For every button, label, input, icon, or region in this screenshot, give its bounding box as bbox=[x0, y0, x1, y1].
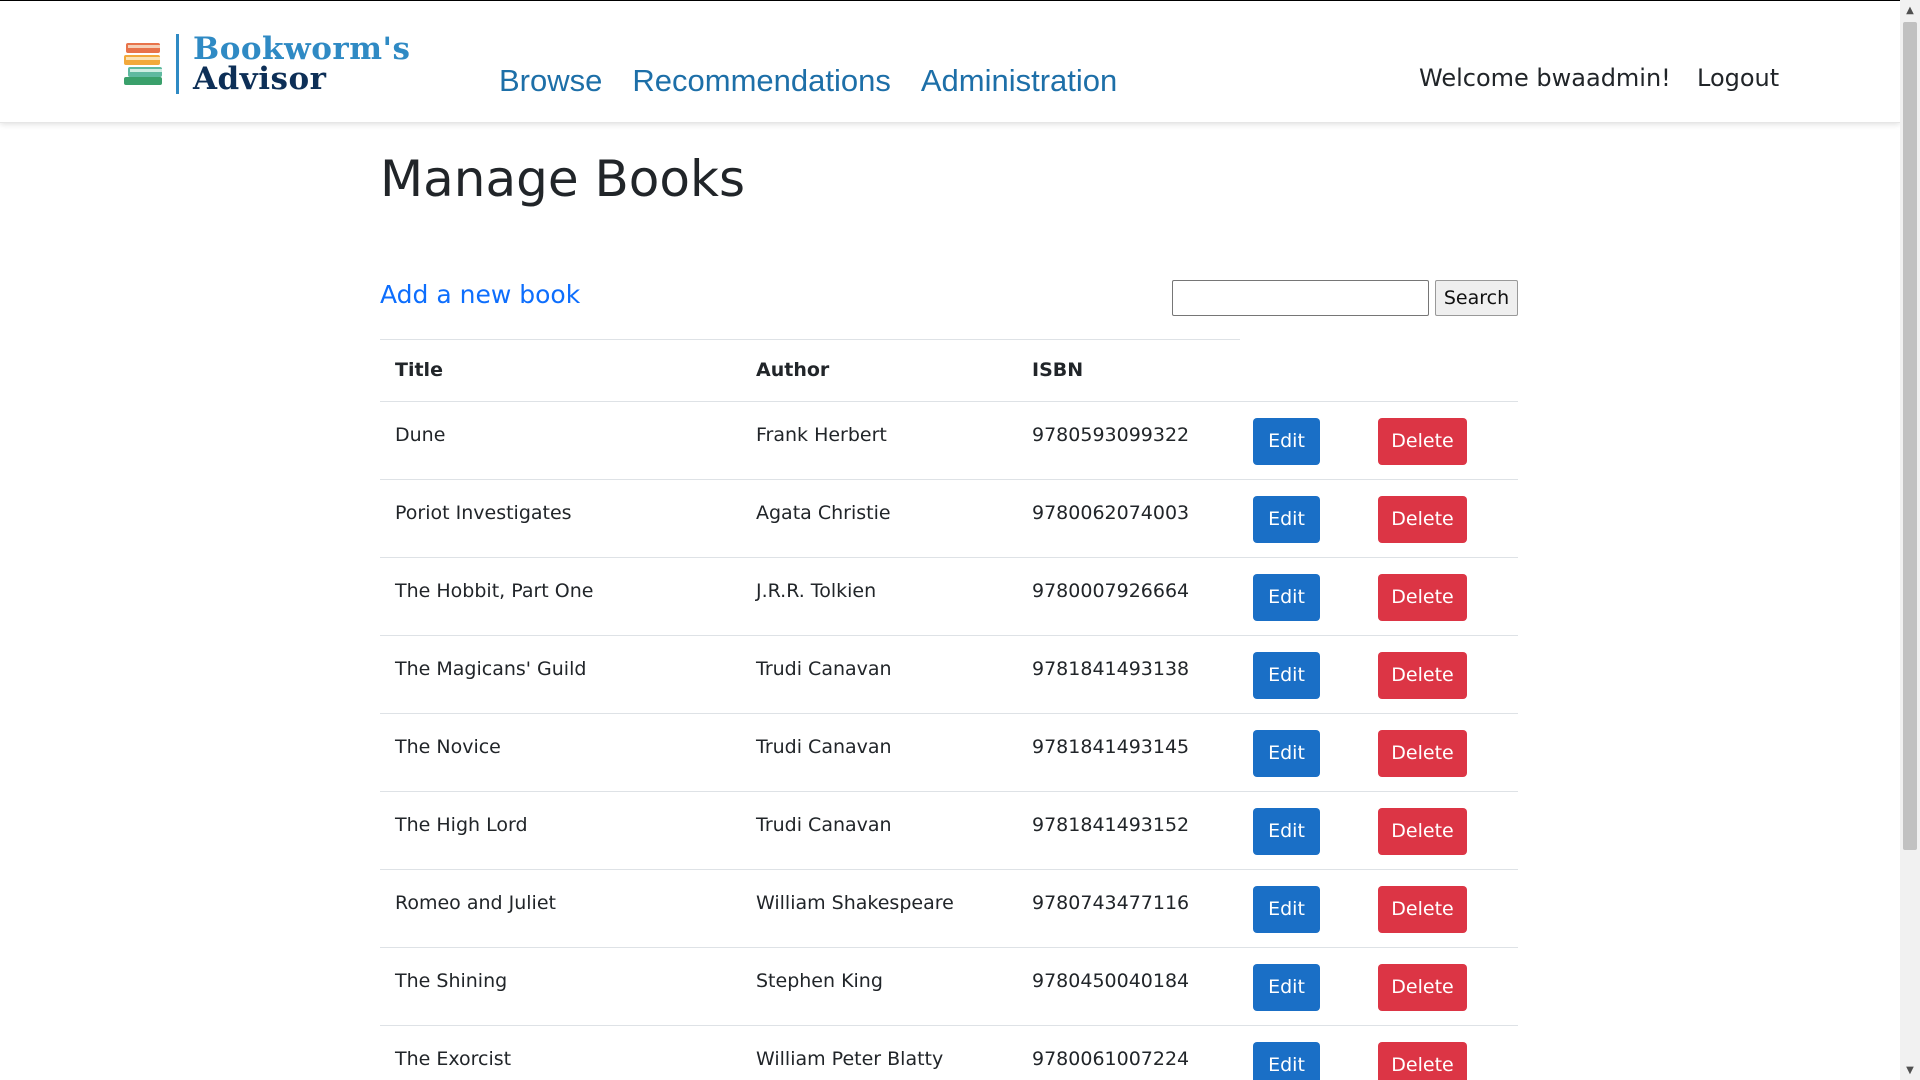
navbar: Bookworm's Advisor Browse Recommendation… bbox=[0, 1, 1900, 123]
cell-isbn: 9780593099322 bbox=[1017, 401, 1239, 480]
header-title: Title bbox=[380, 339, 741, 402]
edit-button[interactable]: Edit bbox=[1253, 417, 1320, 465]
header-isbn: ISBN bbox=[1017, 339, 1239, 402]
table-row: The Hobbit, Part One J.R.R. Tolkien 9780… bbox=[380, 557, 1518, 636]
table-row: The High Lord Trudi Canavan 978184149315… bbox=[380, 791, 1518, 870]
search-input[interactable] bbox=[1172, 280, 1429, 316]
delete-button[interactable]: Delete bbox=[1378, 651, 1467, 699]
edit-button[interactable]: Edit bbox=[1253, 807, 1320, 855]
cell-author: Frank Herbert bbox=[741, 401, 1017, 480]
main-nav: Browse Recommendations Administration bbox=[499, 63, 1117, 99]
edit-button[interactable]: Edit bbox=[1253, 885, 1320, 933]
nav-recommendations[interactable]: Recommendations bbox=[632, 63, 890, 99]
table-row: Romeo and Juliet William Shakespeare 978… bbox=[380, 869, 1518, 948]
brand-line-2: Advisor bbox=[193, 61, 327, 97]
cell-author: Trudi Canavan bbox=[741, 791, 1017, 870]
cell-title: Poriot Investigates bbox=[380, 479, 741, 558]
header-author: Author bbox=[741, 339, 1017, 402]
edit-button[interactable]: Edit bbox=[1253, 729, 1320, 777]
edit-button[interactable]: Edit bbox=[1253, 573, 1320, 621]
cell-title: The Shining bbox=[380, 947, 741, 1026]
delete-button[interactable]: Delete bbox=[1378, 885, 1467, 933]
delete-button[interactable]: Delete bbox=[1378, 417, 1467, 465]
cell-title: The Hobbit, Part One bbox=[380, 557, 741, 636]
brand-name: Bookworm's Advisor bbox=[193, 31, 411, 97]
table-row: The Novice Trudi Canavan 9781841493145 E… bbox=[380, 713, 1518, 792]
brand-line-1: Bookworm's bbox=[193, 31, 411, 67]
nav-browse[interactable]: Browse bbox=[499, 63, 602, 99]
cell-title: Dune bbox=[380, 401, 741, 480]
vertical-scrollbar[interactable]: ▲ ▼ bbox=[1900, 0, 1920, 1080]
cell-author: J.R.R. Tolkien bbox=[741, 557, 1017, 636]
edit-button[interactable]: Edit bbox=[1253, 1041, 1320, 1080]
header-edit-empty bbox=[1239, 339, 1364, 402]
cell-title: The Magicans' Guild bbox=[380, 635, 741, 714]
page: Bookworm's Advisor Browse Recommendation… bbox=[0, 0, 1900, 1080]
cell-isbn: 9780743477116 bbox=[1017, 869, 1239, 948]
cell-isbn: 9780061007224 bbox=[1017, 1025, 1239, 1080]
logout-link[interactable]: Logout bbox=[1697, 64, 1779, 92]
delete-button[interactable]: Delete bbox=[1378, 963, 1467, 1011]
edit-button[interactable]: Edit bbox=[1253, 495, 1320, 543]
books-table: Title Author ISBN Dune Frank Herbert 978… bbox=[380, 339, 1518, 1080]
page-title: Manage Books bbox=[380, 150, 745, 208]
table-row: Dune Frank Herbert 9780593099322 Edit De… bbox=[380, 401, 1518, 480]
scrollbar-thumb[interactable] bbox=[1903, 22, 1917, 850]
cell-isbn: 9780450040184 bbox=[1017, 947, 1239, 1026]
delete-button[interactable]: Delete bbox=[1378, 573, 1467, 621]
cell-author: William Shakespeare bbox=[741, 869, 1017, 948]
delete-button[interactable]: Delete bbox=[1378, 729, 1467, 777]
brand-logo[interactable]: Bookworm's Advisor bbox=[122, 31, 410, 97]
cell-author: Stephen King bbox=[741, 947, 1017, 1026]
cell-title: Romeo and Juliet bbox=[380, 869, 741, 948]
table-row: The Exorcist William Peter Blatty 978006… bbox=[380, 1025, 1518, 1080]
table-header-row: Title Author ISBN bbox=[380, 339, 1518, 402]
cell-author: Trudi Canavan bbox=[741, 713, 1017, 792]
cell-author: Agata Christie bbox=[741, 479, 1017, 558]
header-delete-empty bbox=[1364, 339, 1518, 402]
cell-isbn: 9780007926664 bbox=[1017, 557, 1239, 636]
edit-button[interactable]: Edit bbox=[1253, 651, 1320, 699]
cell-isbn: 9781841493138 bbox=[1017, 635, 1239, 714]
cell-isbn: 9781841493152 bbox=[1017, 791, 1239, 870]
cell-isbn: 9781841493145 bbox=[1017, 713, 1239, 792]
delete-button[interactable]: Delete bbox=[1378, 807, 1467, 855]
cell-title: The Novice bbox=[380, 713, 741, 792]
add-book-link[interactable]: Add a new book bbox=[380, 280, 580, 309]
stacked-books-icon bbox=[122, 41, 166, 87]
nav-administration[interactable]: Administration bbox=[921, 63, 1117, 99]
scroll-down-arrow-icon[interactable]: ▼ bbox=[1900, 1060, 1920, 1080]
cell-title: The High Lord bbox=[380, 791, 741, 870]
brand-divider bbox=[176, 34, 179, 94]
welcome-text: Welcome bwaadmin! bbox=[1419, 64, 1671, 92]
delete-button[interactable]: Delete bbox=[1378, 495, 1467, 543]
cell-author: Trudi Canavan bbox=[741, 635, 1017, 714]
table-row: Poriot Investigates Agata Christie 97800… bbox=[380, 479, 1518, 558]
table-row: The Shining Stephen King 9780450040184 E… bbox=[380, 947, 1518, 1026]
search-button[interactable]: Search bbox=[1435, 280, 1518, 316]
scroll-up-arrow-icon[interactable]: ▲ bbox=[1900, 0, 1920, 20]
cell-isbn: 9780062074003 bbox=[1017, 479, 1239, 558]
table-row: The Magicans' Guild Trudi Canavan 978184… bbox=[380, 635, 1518, 714]
cell-author: William Peter Blatty bbox=[741, 1025, 1017, 1080]
cell-title: The Exorcist bbox=[380, 1025, 741, 1080]
delete-button[interactable]: Delete bbox=[1378, 1041, 1467, 1080]
edit-button[interactable]: Edit bbox=[1253, 963, 1320, 1011]
